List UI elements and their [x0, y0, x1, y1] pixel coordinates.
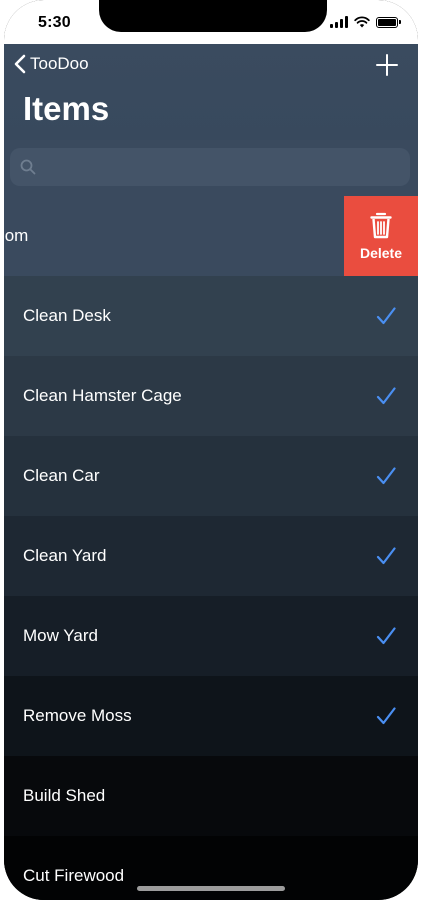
battery-icon	[376, 16, 401, 28]
navigation-bar: TooDoo Items	[4, 44, 418, 140]
list-item[interactable]: Remove Moss	[4, 676, 418, 756]
plus-icon[interactable]	[374, 52, 400, 78]
checkmark-icon	[376, 307, 396, 325]
search-bar	[4, 140, 418, 196]
list-item[interactable]: Clean Car	[4, 436, 418, 516]
checkmark-icon	[376, 707, 396, 725]
status-time: 5:30	[38, 14, 71, 31]
back-button[interactable]: TooDoo	[14, 54, 89, 74]
status-bar: 5:30	[4, 0, 418, 44]
delete-button[interactable]: Delete	[344, 196, 418, 276]
list-item-label: Clean Desk	[23, 306, 111, 325]
list-item-label: Mow Yard	[23, 626, 98, 645]
items-list: Room Delete Clean Desk Clean Hamster Cag…	[4, 196, 418, 900]
list-item-label: Build Shed	[23, 786, 106, 805]
trash-icon	[370, 212, 392, 239]
home-indicator	[137, 886, 285, 891]
page-title: Items	[23, 90, 110, 127]
checkmark-icon	[376, 387, 396, 405]
list-item[interactable]: Mow Yard	[4, 596, 418, 676]
list-item[interactable]: Room Delete	[4, 196, 418, 276]
list-item-label: Clean Car	[23, 466, 100, 485]
list-item-label: Clean Hamster Cage	[23, 386, 182, 405]
list-item[interactable]: Clean Yard	[4, 516, 418, 596]
search-icon	[20, 159, 36, 175]
checkmark-icon	[376, 547, 396, 565]
device-frame: 5:30 TooDoo Items om Delete Clean Desk C…	[0, 0, 428, 900]
delete-button-label: Delete	[359, 245, 403, 261]
cellular-signal-icon	[330, 16, 348, 28]
list-item[interactable]: Clean Desk	[4, 276, 418, 356]
list-item[interactable]: Clean Hamster Cage	[4, 356, 418, 436]
checkmark-icon	[376, 627, 396, 645]
wifi-icon	[354, 16, 370, 28]
checkmark-icon	[376, 467, 396, 485]
list-item-label: Room	[4, 226, 29, 245]
search-input[interactable]	[44, 150, 398, 186]
status-icons	[330, 16, 401, 28]
chevron-left-icon	[14, 54, 26, 74]
app-screen: 5:30 TooDoo Items om Delete Clean Desk C…	[4, 0, 418, 900]
list-item-label: Cut Firewood	[23, 866, 125, 885]
list-item-label: Clean Yard	[23, 546, 107, 565]
list-item-label: Remove Moss	[23, 706, 132, 725]
notch	[99, 0, 327, 32]
back-button-label: TooDoo	[30, 54, 89, 73]
list-item[interactable]: Build Shed	[4, 756, 418, 836]
